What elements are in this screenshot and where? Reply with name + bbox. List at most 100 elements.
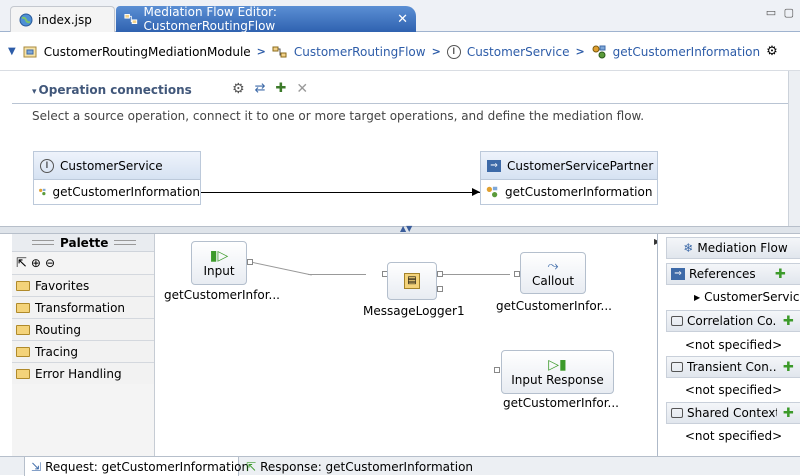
breadcrumb: ▼ CustomerRoutingMediationModule > Custo… (0, 33, 800, 71)
transient-context-value[interactable]: <not specified> (666, 379, 800, 401)
target-reference-name: CustomerServicePartner (507, 158, 654, 173)
input-out-terminal[interactable] (247, 259, 253, 265)
reference-item[interactable]: ▶ CustomerServiceP (666, 286, 800, 308)
logger-out-terminal[interactable] (437, 271, 443, 277)
mediation-flow-properties: ❄ Mediation Flow ⇒ References ✚ ▶ Custom… (657, 234, 800, 456)
tab-index-jsp[interactable]: index.jsp (10, 6, 115, 32)
callout-node-caption: getCustomerInfor... (496, 299, 612, 313)
correlation-context-value[interactable]: <not specified> (666, 334, 800, 356)
input-node[interactable]: ▮▷ Input (191, 241, 247, 285)
context-icon (671, 316, 683, 326)
mediation-flow-canvas[interactable]: ▮▷ Input getCustomerInfor... ▤ MessageLo… (156, 234, 656, 456)
tab-label: index.jsp (38, 12, 92, 27)
section-title[interactable]: ▾ Operation connections (32, 83, 192, 97)
reference-icon: ⇒ (487, 159, 501, 172)
operation-connection-line[interactable] (201, 192, 480, 193)
breadcrumb-operation[interactable]: getCustomerInformation (613, 45, 760, 59)
folder-icon (16, 280, 30, 291)
shared-context-value[interactable]: <not specified> (666, 425, 800, 447)
palette-drawer-tracing[interactable]: Tracing (12, 340, 154, 362)
zoom-in-icon[interactable]: ⊕ (31, 256, 41, 270)
section-description: Select a source operation, connect it to… (32, 109, 645, 123)
logger-node-icon: ▤ (404, 273, 420, 289)
close-tab-icon[interactable]: ✕ (397, 12, 408, 27)
callout-node-icon: ⤳ (547, 258, 559, 274)
delete-icon[interactable]: ✕ (296, 81, 308, 97)
breadcrumb-module[interactable]: CustomerRoutingMediationModule (44, 45, 251, 59)
minimize-maximize-icons[interactable]: ▭ ▢ (766, 6, 796, 19)
breadcrumb-interface[interactable]: CustomerService (467, 45, 570, 59)
mediation-flow-icon: ❄ (683, 241, 694, 255)
expand-triangle-icon[interactable]: ▶ (694, 293, 700, 302)
add-reference-icon[interactable]: ✚ (775, 267, 786, 282)
callout-node[interactable]: ⤳ Callout (520, 252, 586, 294)
tab-mediation-flow-editor[interactable]: Mediation Flow Editor: CustomerRoutingFl… (116, 5, 416, 33)
operation-connections-section: ▾ Operation connections ⚙ ⇄ ✚ ✕ Select a … (0, 71, 800, 226)
add-transient-icon[interactable]: ✚ (783, 360, 794, 375)
operation-toolbar: ⚙ ⇄ ✚ ✕ (232, 81, 308, 97)
collapse-triangle-icon[interactable]: ▾ (32, 87, 37, 97)
shared-context-header[interactable]: Shared Context ✚ (666, 402, 800, 424)
operation-icon (39, 188, 46, 196)
message-logger-caption: MessageLogger1 (363, 304, 465, 318)
input-node-caption: getCustomerInfor... (164, 288, 280, 302)
logger-fail-terminal[interactable] (437, 286, 443, 292)
splitter-arrows-icon[interactable]: ▲▼ (400, 224, 412, 233)
message-logger-node[interactable]: ▤ (387, 262, 437, 300)
callout-node-label: Callout (531, 274, 575, 288)
input-response-label: Input Response (511, 373, 604, 387)
grip-icon (114, 240, 137, 245)
mediation-flow-header[interactable]: ❄ Mediation Flow (666, 237, 800, 259)
editor-tab-bar: index.jsp Mediation Flow Editor: Custome… (0, 0, 800, 33)
source-interface-name: CustomerService (60, 158, 163, 173)
add-interface-icon[interactable]: ⚙ (232, 81, 245, 97)
palette-title: Palette (60, 235, 109, 250)
palette-drawer-error-handling[interactable]: Error Handling (12, 362, 154, 384)
palette: Palette ⇱ ⊕ ⊖ Favorites Transformation R… (12, 234, 155, 456)
operation-action-icon[interactable]: ⚙ (766, 44, 778, 59)
operation-icon (486, 186, 498, 198)
palette-tools: ⇱ ⊕ ⊖ (12, 252, 154, 274)
context-icon (671, 362, 683, 372)
source-interface-header: I CustomerService (34, 152, 200, 180)
wire-logger-to-logger[interactable] (308, 274, 366, 275)
add-correlation-icon[interactable]: ✚ (783, 314, 794, 329)
module-icon (23, 46, 37, 57)
breadcrumb-separator-icon: > (256, 45, 266, 58)
target-reference-box[interactable]: ⇒ CustomerServicePartner getCustomerInfo… (480, 151, 658, 205)
transient-context-header[interactable]: Transient Con... ✚ (666, 356, 800, 378)
interface-icon: I (40, 158, 54, 173)
correlation-context-header[interactable]: Correlation Co... ✚ (666, 310, 800, 332)
breadcrumb-separator-icon: > (431, 45, 441, 58)
source-interface-box[interactable]: I CustomerService getCustomerInformation (33, 151, 201, 205)
add-shared-icon[interactable]: ✚ (783, 406, 794, 421)
folder-icon (16, 302, 30, 313)
palette-drawer-routing[interactable]: Routing (12, 318, 154, 340)
folder-icon (16, 368, 30, 379)
input-response-node[interactable]: ▷▮ Input Response (501, 350, 614, 394)
folder-icon (16, 346, 30, 357)
tab-response-flow[interactable]: ⇱ Response: getCustomerInformation (240, 457, 473, 476)
tab-request-flow[interactable]: ⇲ Request: getCustomerInformation (24, 457, 249, 476)
flow-tab-bar: ⇲ Request: getCustomerInformation ⇱ Resp… (0, 456, 800, 476)
target-operation[interactable]: getCustomerInformation (481, 180, 657, 204)
breadcrumb-flow[interactable]: CustomerRoutingFlow (294, 45, 426, 59)
folder-icon (16, 324, 30, 335)
source-operation[interactable]: getCustomerInformation (34, 180, 200, 204)
chevron-down-icon[interactable]: ▼ (8, 46, 16, 57)
globe-icon (19, 13, 33, 26)
palette-drawer-transformation[interactable]: Transformation (12, 296, 154, 318)
references-header[interactable]: ⇒ References ✚ (666, 263, 800, 285)
palette-header[interactable]: Palette (12, 234, 154, 252)
add-reference-icon[interactable]: ⇄ (255, 81, 266, 97)
add-partner-icon[interactable]: ✚ (275, 81, 286, 97)
select-arrow-icon[interactable]: ⇱ (16, 256, 27, 271)
zoom-out-icon[interactable]: ⊖ (45, 256, 55, 270)
wire-input-to-logger[interactable] (252, 262, 312, 276)
vertical-scrollbar[interactable] (788, 71, 800, 226)
input-response-in-terminal[interactable] (494, 367, 500, 373)
palette-drawer-favorites[interactable]: Favorites (12, 274, 154, 296)
wire-logger-to-callout[interactable] (440, 274, 510, 275)
input-node-icon: ▮▷ (209, 248, 229, 264)
pane-splitter[interactable]: ▲▼ (0, 224, 800, 234)
